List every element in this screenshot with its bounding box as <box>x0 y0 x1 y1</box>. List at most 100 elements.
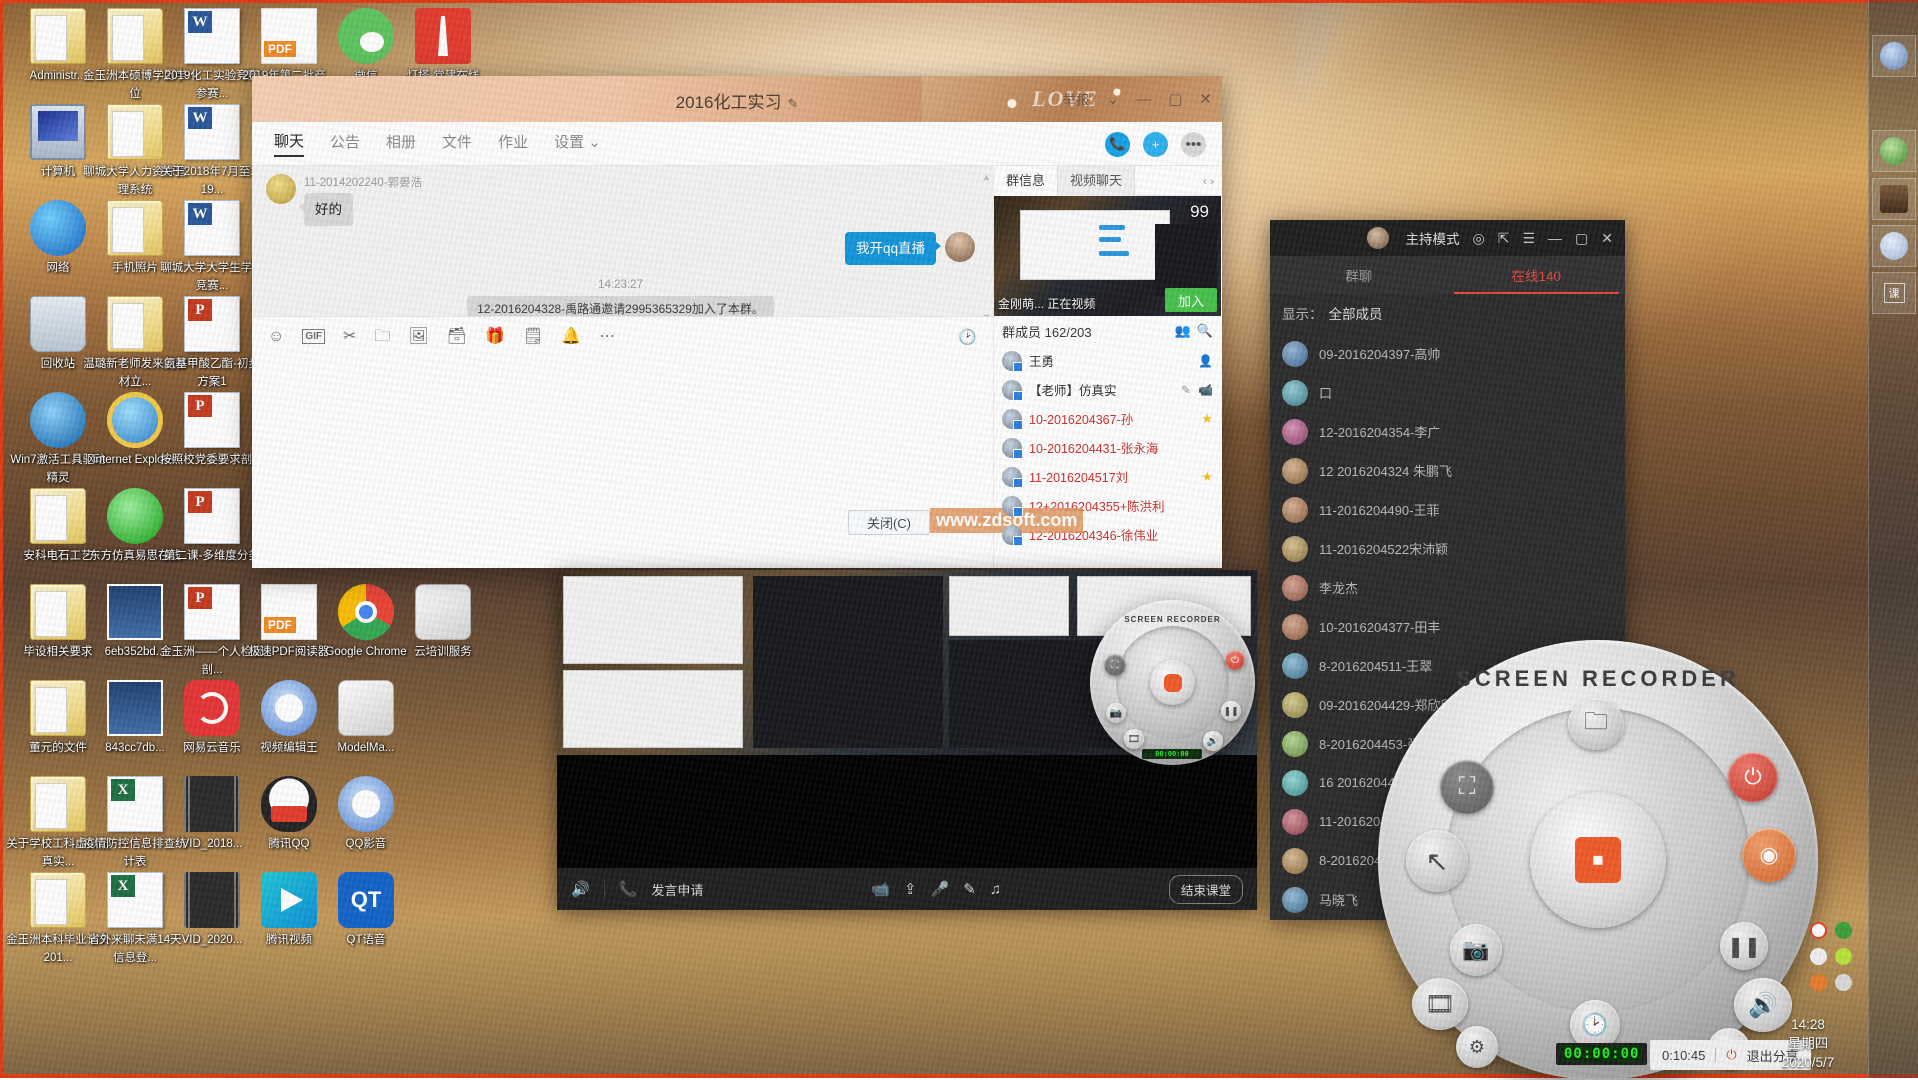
gift-icon[interactable]: 🎁 <box>485 329 505 345</box>
cursor-icon[interactable]: ↖ <box>1406 830 1468 892</box>
bell-icon[interactable]: 🔔 <box>561 329 581 345</box>
qq-tab-4[interactable]: 作业 <box>498 131 528 156</box>
host-member-row[interactable]: 09-2016204397-高帅 <box>1270 334 1625 373</box>
tab-group-info[interactable]: 群信息 <box>994 166 1058 196</box>
manage-members-icon[interactable]: 👥 <box>1175 323 1191 339</box>
desktop-icon-46[interactable]: QTQT语音 <box>314 872 418 948</box>
host-member-row[interactable]: 口 <box>1270 373 1625 412</box>
settings-icon[interactable]: ⚙ <box>1456 1026 1498 1068</box>
record-button[interactable]: ⏹ <box>1530 792 1666 928</box>
microphone-icon[interactable]: 🎤 <box>931 880 950 898</box>
member-filter-row[interactable]: 显示： 全部成员 <box>1270 294 1625 332</box>
maximize-button[interactable]: ▢ <box>1168 90 1182 108</box>
popout-icon[interactable]: ⇱ <box>1498 230 1510 247</box>
tray-qq-icon[interactable] <box>1810 948 1827 965</box>
speaker-icon-small[interactable]: 🔊 <box>1203 731 1223 751</box>
tray-network-icon[interactable] <box>1835 974 1852 991</box>
card-icon[interactable]: 🗒 <box>523 329 543 345</box>
speaker-icon[interactable]: 🔊 <box>571 880 590 898</box>
region-capture-icon-small[interactable]: ⛶ <box>1104 654 1126 676</box>
exit-share-icon[interactable]: ⏻ <box>1726 1047 1736 1063</box>
join-video-button[interactable]: 加入 <box>1165 288 1217 312</box>
file-transfer-icon[interactable]: 🗃 <box>447 329 467 345</box>
edit-group-name-icon[interactable]: ✎ <box>787 96 798 111</box>
browser-gadget[interactable] <box>1872 130 1916 172</box>
classroom-toolbar[interactable]: 🔊📞发言申请📹⇪🎤✎♫结束课堂 <box>557 868 1257 910</box>
filter-value[interactable]: 全部成员 <box>1329 303 1383 323</box>
desktop-icon-5[interactable]: 灯塔-党建在线 <box>391 8 495 84</box>
minimize-button[interactable]: — <box>1136 91 1151 108</box>
system-tray-icons[interactable] <box>1808 920 1870 998</box>
photo-gadget[interactable] <box>1872 35 1916 77</box>
qq-window-controls[interactable]: 举报 ⌄ — ▢ ✕ <box>1063 76 1212 122</box>
search-members-icon[interactable]: 🔍 <box>1197 323 1213 339</box>
image-icon[interactable]: 🖼 <box>408 329 428 345</box>
qq-header-actions[interactable]: 📞+••• <box>1105 122 1206 166</box>
nav-prev-icon[interactable]: ‹ <box>1203 174 1210 188</box>
record-target-icon[interactable]: ◉ <box>1742 828 1796 882</box>
share-screen-icon[interactable]: ⇪ <box>904 880 917 898</box>
tray-record-icon[interactable] <box>1810 922 1827 939</box>
close-icon[interactable]: ✕ <box>1601 230 1613 247</box>
gif-icon[interactable]: GIF <box>302 329 325 344</box>
host-tab-0[interactable]: 群聊 <box>1270 256 1448 294</box>
settings-icon[interactable]: ◎ <box>1473 230 1485 247</box>
tray-plus-icon[interactable] <box>1835 948 1852 965</box>
tray-shield-icon[interactable] <box>1835 922 1852 939</box>
class-gadget[interactable]: 课 <box>1872 272 1916 314</box>
nav-next-icon[interactable]: › <box>1210 174 1217 188</box>
host-tab-bar[interactable]: 群聊在线140 <box>1270 256 1625 294</box>
host-member-row[interactable]: 12-2016204354-李广 <box>1270 412 1625 451</box>
host-member-row[interactable]: 11-2016204490-王菲 <box>1270 490 1625 529</box>
desktop-icon-41[interactable]: QQ影音 <box>314 776 418 852</box>
tab-video-chat[interactable]: 视频聊天 <box>1058 166 1135 196</box>
menu-icon[interactable]: ☰ <box>1522 230 1535 247</box>
qq-title-bar[interactable]: 2016化工实习✎ 举报 ⌄ — ▢ ✕ <box>252 76 1222 122</box>
close-dialog-button[interactable]: 关闭(C) <box>848 510 930 535</box>
region-capture-icon[interactable]: ⛶ <box>1440 760 1494 814</box>
avatar[interactable] <box>945 232 975 262</box>
pause-icon-small[interactable]: ❚❚ <box>1221 701 1241 721</box>
report-button[interactable]: 举报 <box>1063 89 1090 109</box>
emoji-icon[interactable]: ☺ <box>268 329 284 345</box>
chevron-down-icon[interactable]: ⌄ <box>1107 90 1120 108</box>
whiteboard-icon[interactable]: ✎ <box>963 880 976 898</box>
camera-off-icon[interactable]: 📹 <box>871 880 890 898</box>
host-member-row[interactable]: 10-2016204377-田丰 <box>1270 607 1625 646</box>
screen-recorder-widget-small[interactable]: SCREEN RECORDER ⛶ ⏻ 📷 ❚❚ 🎞 🔊 00:00:00 <box>1090 600 1255 765</box>
qq-tab-3[interactable]: 文件 <box>442 131 472 156</box>
close-button[interactable]: ✕ <box>1199 90 1212 108</box>
member-panel-nav[interactable]: ‹› <box>1203 174 1217 188</box>
power-icon-small[interactable]: ⏻ <box>1225 650 1245 670</box>
member-panel-tabs[interactable]: 群信息 视频聊天 ‹› <box>994 166 1221 196</box>
camera-icon-small[interactable]: 📷 <box>1106 703 1126 723</box>
camera-icon[interactable]: 📷 <box>1450 924 1502 976</box>
mic-request-label[interactable]: 发言申请 <box>651 880 703 899</box>
folder-icon[interactable]: 🗀 <box>1568 698 1624 750</box>
qq-member-row[interactable]: 10-2016204431-张永海 <box>994 433 1221 462</box>
qq-tab-1[interactable]: 公告 <box>330 131 360 156</box>
minimize-icon[interactable]: — <box>1548 230 1562 246</box>
qq-tab-2[interactable]: 相册 <box>386 131 416 156</box>
end-class-button[interactable]: 结束课堂 <box>1169 875 1243 904</box>
stop-record-icon[interactable]: ⏹ <box>1575 837 1621 883</box>
qq-tab-bar[interactable]: 聊天公告相册文件作业设置 ⌄📞+••• <box>252 122 1222 166</box>
qq-member-row[interactable]: 11-2016204517刘★ <box>994 462 1221 491</box>
host-title-bar[interactable]: 主持模式 ◎⇱☰—▢✕ <box>1270 220 1625 256</box>
screenshot-scissors-icon[interactable]: ✂ <box>343 329 356 345</box>
qq-tab-0[interactable]: 聊天 <box>274 130 304 157</box>
qq-member-row[interactable]: 王勇👤 <box>994 346 1221 375</box>
message-bubble[interactable]: 好的 <box>304 193 353 226</box>
add-member-button[interactable]: + <box>1143 132 1168 157</box>
chat-history-icon[interactable]: 🕑 <box>958 328 977 346</box>
video-chat-preview-card[interactable]: 99 金刚萌... 正在视频 加入 <box>994 196 1221 316</box>
clock-tray[interactable]: 14:28 星期四 2020/5/7 <box>1758 1015 1858 1072</box>
graduation-gadget[interactable] <box>1872 225 1916 267</box>
call-button[interactable]: 📞 <box>1105 132 1130 157</box>
desktop-icon-36[interactable]: ModelMa... <box>314 680 418 756</box>
qq-group-chat-window[interactable]: 2016化工实习✎ 举报 ⌄ — ▢ ✕ 聊天公告相册文件作业设置 ⌄📞+•••… <box>252 76 1222 568</box>
message-scrollbar[interactable]: ▲▼ <box>982 172 990 310</box>
film-icon-small[interactable]: 🎞 <box>1124 729 1144 749</box>
edit-nickname-icon[interactable]: ✎ <box>1181 383 1191 397</box>
qq-message-input[interactable] <box>252 356 993 494</box>
